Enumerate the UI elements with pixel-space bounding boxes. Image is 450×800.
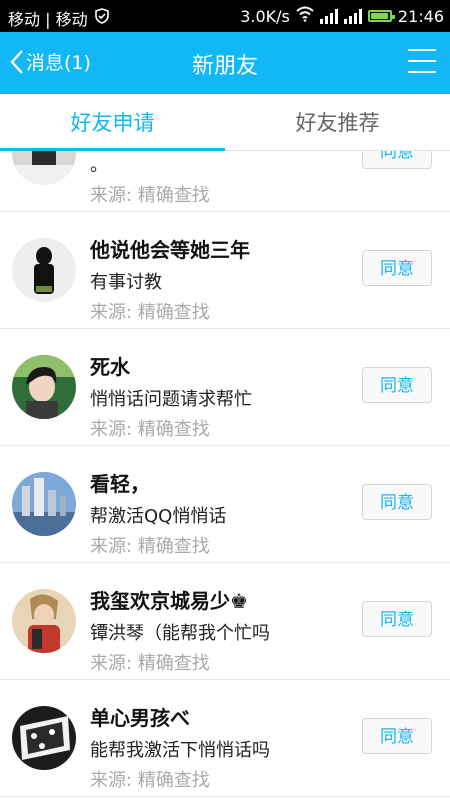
requester-name: 看轻， bbox=[90, 472, 150, 496]
tab-friend-recommendations[interactable]: 好友推荐 bbox=[225, 94, 450, 150]
list-item[interactable]: 看轻， 帮激活QQ悄悄话 来源: 精确查找 同意 bbox=[0, 446, 450, 563]
avatar bbox=[12, 589, 76, 653]
requester-name: 死水 bbox=[90, 355, 130, 379]
agree-button[interactable]: 同意 bbox=[362, 484, 432, 520]
request-message: 悄悄话问题请求帮忙 bbox=[90, 389, 252, 410]
list-item[interactable]: 我玺欢京城易少♚ 镡洪琴（能帮我个忙吗 来源: 精确查找 同意 bbox=[0, 563, 450, 680]
tab-bar: 好友申请 好友推荐 bbox=[0, 94, 450, 151]
agree-button[interactable]: 同意 bbox=[362, 601, 432, 637]
requester-name: 我玺欢京城易少♚ bbox=[90, 589, 248, 613]
request-source: 来源: 精确查找 bbox=[90, 770, 210, 791]
tab-friend-requests[interactable]: 好友申请 bbox=[0, 94, 225, 150]
avatar bbox=[12, 238, 76, 302]
request-source: 来源: 精确查找 bbox=[90, 419, 210, 440]
list-item[interactable]: 单心男孩べ 能帮我激活下悄悄话吗 来源: 精确查找 同意 bbox=[0, 680, 450, 797]
status-right: 3.0K/s 21:46 bbox=[240, 6, 444, 26]
list-item[interactable]: 。 来源: 精确查找 同意 bbox=[0, 151, 450, 212]
request-source: 来源: 精确查找 bbox=[90, 536, 210, 557]
agree-button[interactable]: 同意 bbox=[362, 718, 432, 754]
wifi-icon bbox=[296, 6, 314, 26]
request-list: 。 来源: 精确查找 同意 他说他会等她三年 有事讨教 来源: 精确查找 同意 … bbox=[0, 151, 450, 800]
avatar bbox=[12, 706, 76, 770]
agree-button[interactable]: 同意 bbox=[362, 367, 432, 403]
request-source: 来源: 精确查找 bbox=[90, 185, 210, 206]
request-message: 帮激活QQ悄悄话 bbox=[90, 506, 227, 527]
list-item[interactable]: 他说他会等她三年 有事讨教 来源: 精确查找 同意 bbox=[0, 212, 450, 329]
request-message: 有事讨教 bbox=[90, 272, 162, 293]
status-left: 移动 | 移动 bbox=[8, 6, 110, 30]
request-message: 镡洪琴（能帮我个忙吗 bbox=[90, 623, 270, 644]
agree-button[interactable]: 同意 bbox=[362, 151, 432, 169]
list-item[interactable]: 死水 悄悄话问题请求帮忙 来源: 精确查找 同意 bbox=[0, 329, 450, 446]
network-speed: 3.0K/s bbox=[240, 6, 290, 26]
battery-icon bbox=[367, 10, 395, 22]
carrier-label: 移动 | 移动 bbox=[8, 10, 88, 29]
avatar bbox=[12, 472, 76, 536]
menu-icon[interactable] bbox=[408, 49, 436, 73]
clock: 21:46 bbox=[397, 6, 444, 26]
page-title: 新朋友 bbox=[191, 54, 258, 79]
request-source: 来源: 精确查找 bbox=[90, 653, 210, 674]
request-message: 能帮我激活下悄悄话吗 bbox=[90, 740, 270, 761]
nav-header: 消息(1) 新朋友 bbox=[0, 32, 450, 94]
avatar bbox=[12, 151, 76, 185]
shield-icon bbox=[94, 8, 110, 28]
agree-button[interactable]: 同意 bbox=[362, 250, 432, 286]
status-bar: 移动 | 移动 3.0K/s 21:46 bbox=[0, 0, 450, 32]
avatar bbox=[12, 355, 76, 419]
requester-name: 单心男孩べ bbox=[90, 706, 190, 730]
requester-name: 他说他会等她三年 bbox=[90, 238, 250, 262]
request-source: 来源: 精确查找 bbox=[90, 302, 210, 323]
signal-icon bbox=[319, 8, 338, 24]
request-message: 。 bbox=[90, 155, 108, 176]
signal-icon bbox=[343, 8, 362, 24]
